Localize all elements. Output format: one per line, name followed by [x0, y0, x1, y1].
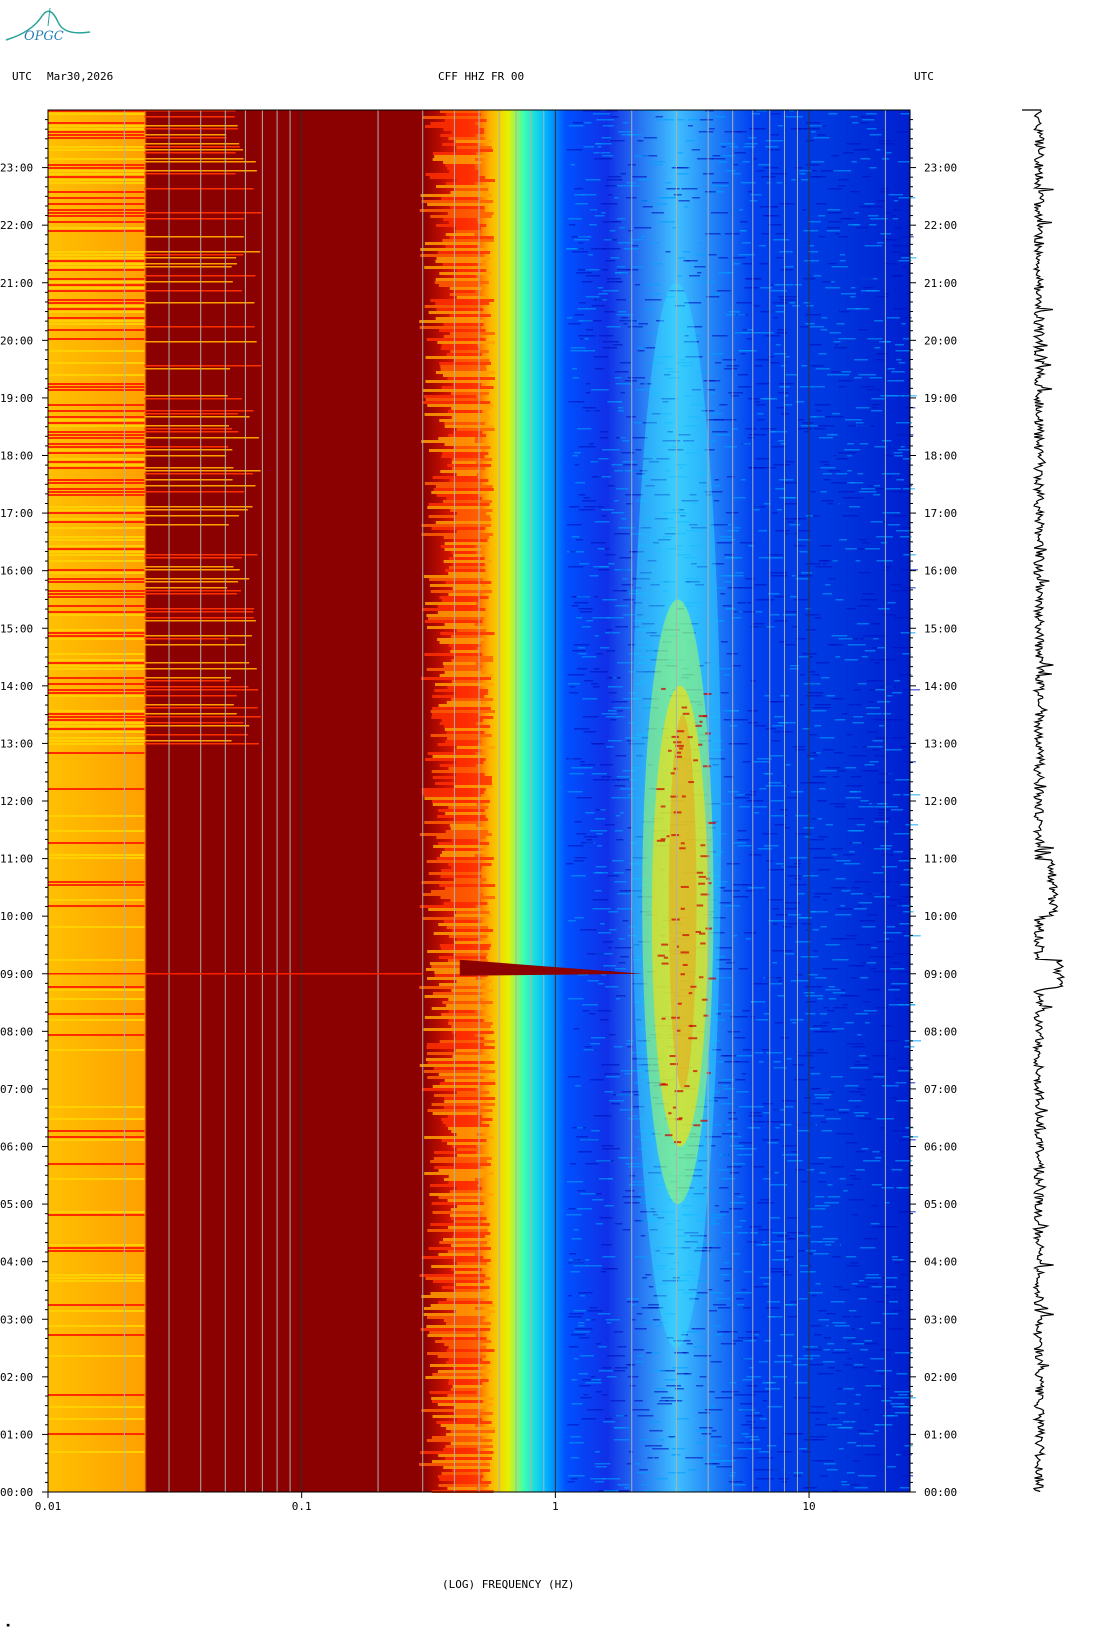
corner-mark: ▪	[6, 1621, 11, 1629]
seismogram-path	[1022, 109, 1066, 1493]
seismogram-trace	[1022, 109, 1066, 1493]
x-axis-label: (LOG) FREQUENCY (HZ)	[442, 1578, 575, 1591]
